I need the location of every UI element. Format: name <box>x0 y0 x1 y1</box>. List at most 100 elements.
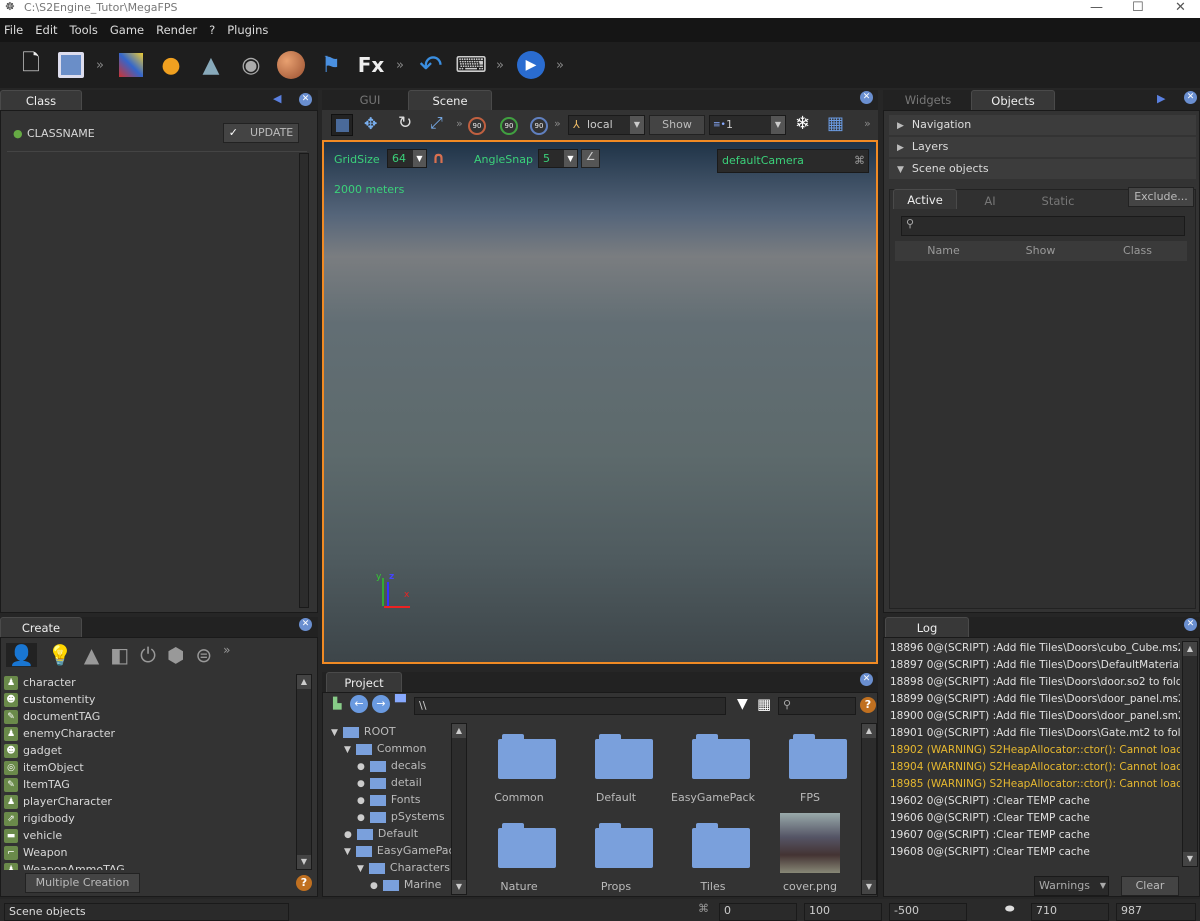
angle-icon[interactable]: ∠ <box>581 149 600 168</box>
select-tool-icon[interactable] <box>331 114 353 136</box>
tab-log[interactable]: Log <box>885 617 969 637</box>
gridsize-select[interactable]: 64 ▼ <box>387 149 427 168</box>
bullet-icon[interactable]: ● <box>370 881 378 891</box>
tab-active[interactable]: Active <box>893 189 957 209</box>
menu-edit[interactable]: Edit <box>35 23 57 37</box>
close-icon[interactable]: ✕ <box>1184 91 1197 104</box>
bullet-icon[interactable]: ● <box>357 762 365 772</box>
bullet-icon[interactable]: ● <box>344 830 352 840</box>
more-icon[interactable]: » <box>554 117 561 130</box>
tab-class[interactable]: Class <box>0 90 82 110</box>
column-class[interactable]: Class <box>1089 241 1186 261</box>
more-icon[interactable]: » <box>556 58 566 73</box>
more-icon[interactable]: » <box>864 117 871 130</box>
minimize-button[interactable]: — <box>1090 0 1103 15</box>
grid-icon[interactable]: ▦ <box>827 113 844 134</box>
sphere-icon[interactable] <box>276 50 306 80</box>
tree-node[interactable]: ● decals <box>327 757 451 774</box>
status-value-2[interactable]: 100 <box>804 903 882 921</box>
bullet-icon[interactable]: ● <box>357 779 365 789</box>
file-item[interactable]: FPS <box>762 723 859 812</box>
more-icon[interactable]: » <box>496 58 506 73</box>
list-item[interactable]: ◎ itemObject <box>4 759 296 776</box>
list-item[interactable]: ⌐ Weapon <box>4 844 296 861</box>
location-pin-icon[interactable]: ● <box>156 50 186 80</box>
scroll-up-icon[interactable]: ▲ <box>862 724 876 738</box>
files-scrollbar[interactable]: ▲ ▼ <box>861 723 877 895</box>
status-value-3[interactable]: -500 <box>889 903 967 921</box>
list-item[interactable]: ♟ enemyCharacter <box>4 725 296 742</box>
move-tool-icon[interactable]: ✥ <box>364 114 377 133</box>
expand-arrow-icon[interactable]: ▼ <box>344 847 351 857</box>
file-item[interactable]: Nature <box>471 812 568 901</box>
snowflake-icon[interactable]: ❄ <box>795 113 810 134</box>
anglesnap-select[interactable]: 5 ▼ <box>538 149 578 168</box>
power-icon[interactable]: ⏻ <box>140 643 156 667</box>
list-item[interactable]: ✎ documentTAG <box>4 708 296 725</box>
tree-node[interactable]: ● Fonts <box>327 791 451 808</box>
back-icon[interactable]: ← <box>350 695 368 713</box>
new-file-icon[interactable]: 🗋 <box>16 50 46 80</box>
list-item[interactable]: ▬ vehicle <box>4 827 296 844</box>
tree-node[interactable]: ● Default <box>327 825 451 842</box>
tree-node[interactable]: ● Marine <box>327 876 451 893</box>
exclude-button[interactable]: Exclude... <box>1128 187 1194 207</box>
class-scrollbar[interactable] <box>299 153 309 608</box>
tree-node[interactable]: ▼ EasyGamePacl <box>327 842 451 859</box>
tab-ai[interactable]: AI <box>960 191 1020 211</box>
tree-node[interactable]: ● pSystems <box>327 808 451 825</box>
scroll-down-icon[interactable]: ▼ <box>1183 852 1197 866</box>
list-item[interactable]: ♟ WeaponAmmoTAG <box>4 861 296 870</box>
expand-arrow-icon[interactable]: ▼ <box>357 864 364 874</box>
person-icon[interactable]: 👤 <box>6 643 37 667</box>
tab-project[interactable]: Project <box>326 672 402 692</box>
menu-game[interactable]: Game <box>110 23 144 37</box>
scroll-down-icon[interactable]: ▼ <box>452 880 466 894</box>
scene-viewport[interactable]: GridSize 64 ▼ ∩ AngleSnap 5 ▼ ∠ defaultCam… <box>322 140 878 664</box>
path-input[interactable]: \\ <box>414 697 726 715</box>
list-item[interactable]: ✎ ItemTAG <box>4 776 296 793</box>
tree-node[interactable]: ● detail <box>327 774 451 791</box>
log-filter-select[interactable]: Warnings ▼ <box>1034 876 1109 896</box>
tab-scene[interactable]: Scene <box>408 90 492 110</box>
section-scene-objects[interactable]: ▼ Scene objects <box>889 159 1196 179</box>
tab-static[interactable]: Static <box>1025 191 1091 211</box>
show-button[interactable]: Show <box>649 115 705 135</box>
section-layers[interactable]: ▶ Layers <box>889 137 1196 157</box>
tab-objects[interactable]: Objects <box>971 90 1055 110</box>
help-icon[interactable]: ? <box>860 697 876 713</box>
help-icon[interactable]: ? <box>296 875 312 891</box>
tree-node[interactable]: ▼ Common <box>327 740 451 757</box>
close-icon[interactable]: ✕ <box>299 93 312 106</box>
flag-icon[interactable]: ⚑ <box>316 50 346 80</box>
file-item[interactable]: Tiles <box>665 812 762 901</box>
box-icon[interactable]: ◧ <box>110 643 129 667</box>
menu-file[interactable]: File <box>4 23 23 37</box>
keyboard-icon[interactable]: ⌨ <box>455 50 487 80</box>
scroll-up-icon[interactable]: ▲ <box>1183 642 1197 656</box>
column-name[interactable]: Name <box>895 241 992 261</box>
import-icon[interactable]: ▙ <box>333 697 341 710</box>
mesh-icon[interactable]: ⬢ <box>167 643 184 667</box>
scroll-up-icon[interactable]: ▲ <box>452 724 466 738</box>
scale-tool-icon[interactable]: ⤢ <box>430 113 443 133</box>
more-icon[interactable]: » <box>223 643 230 667</box>
list-item[interactable]: ⇗ rigidbody <box>4 810 296 827</box>
bullet-icon[interactable]: ● <box>357 813 365 823</box>
multiple-creation-button[interactable]: Multiple Creation <box>25 873 140 893</box>
layer-select[interactable]: 1 ≡• ▼ <box>709 115 786 135</box>
rotate-y-90-button[interactable]: 90 <box>500 117 518 135</box>
cube-icon[interactable] <box>116 50 146 80</box>
rotate-z-90-button[interactable]: 90 <box>530 117 548 135</box>
terrain-icon[interactable]: ▲ <box>196 50 226 80</box>
undo-icon[interactable]: ↶ <box>416 49 446 82</box>
tree-node[interactable]: ▼ Characters <box>327 859 451 876</box>
expand-arrow-icon[interactable]: ▼ <box>344 745 351 755</box>
more-icon[interactable]: » <box>396 58 406 73</box>
objects-search-input[interactable]: ⚲ <box>901 216 1185 236</box>
maximize-button[interactable]: ☐ <box>1132 0 1144 15</box>
expand-arrow-icon[interactable]: ▼ <box>331 728 338 738</box>
list-item[interactable]: ♟ playerCharacter <box>4 793 296 810</box>
close-icon[interactable]: ✕ <box>299 618 312 631</box>
scroll-down-icon[interactable]: ▼ <box>297 855 311 869</box>
